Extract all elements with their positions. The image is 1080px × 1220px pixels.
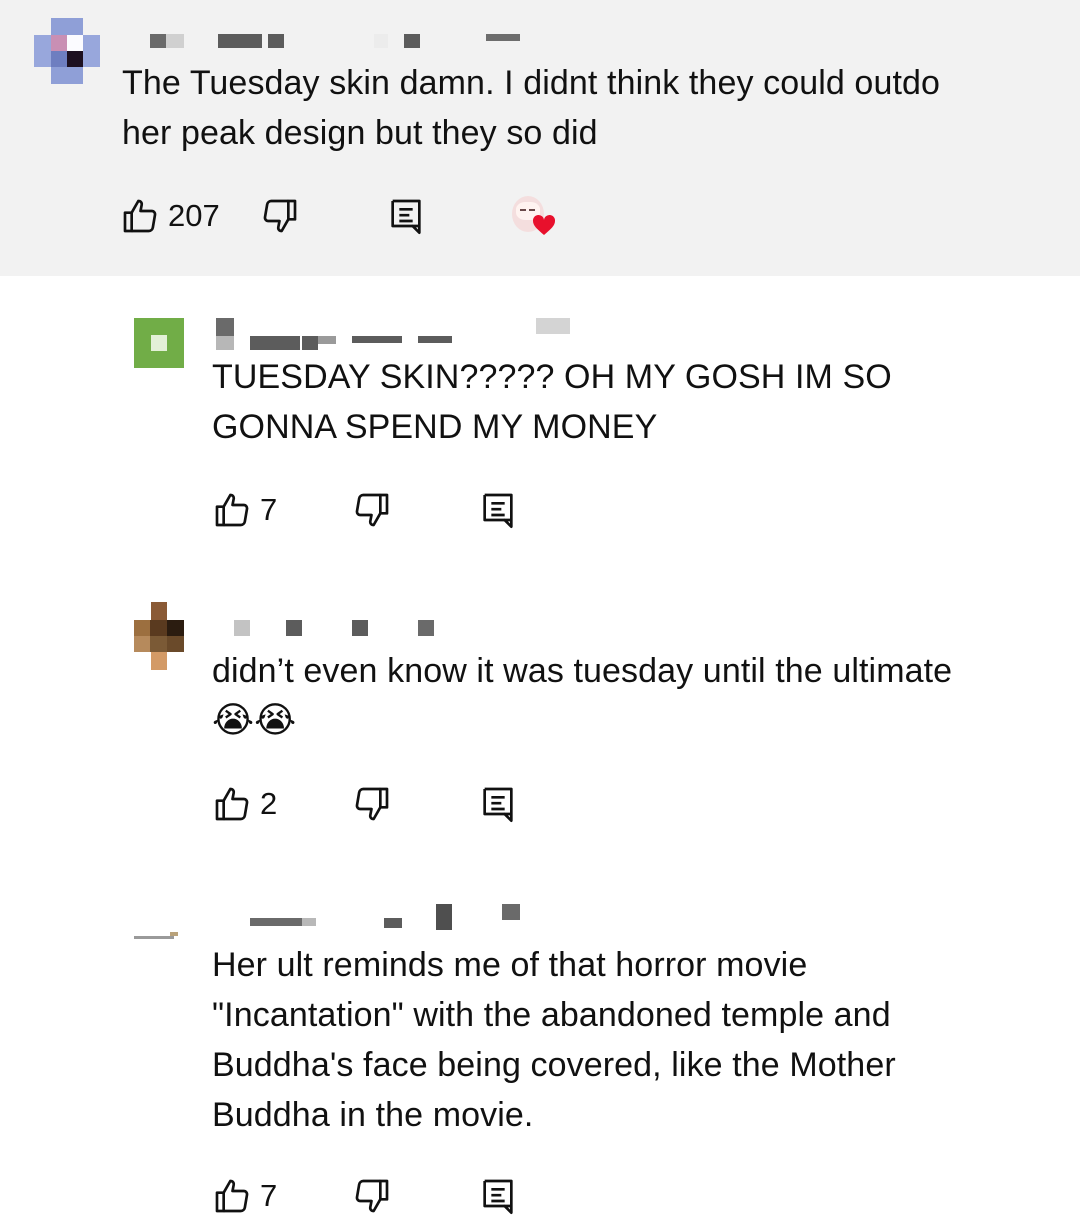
like-count: 7: [260, 492, 278, 527]
comment-text: The Tuesday skin damn. I didnt think the…: [122, 58, 940, 158]
username-redacted: [250, 904, 530, 930]
reply-icon: [386, 196, 426, 236]
reply-button[interactable]: [478, 784, 518, 824]
like-count: 2: [260, 786, 278, 821]
thumbs-up-icon: [212, 490, 252, 530]
thumbs-up-icon: [212, 1176, 252, 1216]
reply-icon: [478, 1176, 518, 1216]
thumbs-up-icon: [212, 784, 252, 824]
comment-actions: 7: [212, 490, 532, 534]
reply-button[interactable]: [478, 490, 518, 530]
comment-actions: 207: [120, 196, 570, 240]
avatar[interactable]: [134, 318, 184, 368]
comment-line: her peak design but they so did: [122, 114, 598, 152]
like-count: 7: [260, 1178, 278, 1213]
comment-line: The Tuesday skin damn. I didnt think the…: [122, 64, 941, 102]
comment-line: Her ult reminds me of that horror movie: [212, 946, 808, 984]
username-redacted: [234, 620, 444, 636]
comment-line: "Incantation" with the abandoned temple …: [212, 996, 891, 1034]
comment-line: Buddha in the movie.: [212, 1096, 534, 1134]
reply-icon: [478, 490, 518, 530]
avatar[interactable]: [134, 602, 184, 670]
comment-line: Buddha's face being covered, like the Mo…: [212, 1046, 896, 1084]
dislike-button[interactable]: [352, 1176, 392, 1216]
avatar[interactable]: [134, 930, 184, 944]
like-button[interactable]: 207: [120, 196, 220, 236]
thumbs-up-icon: [120, 196, 160, 236]
emoji-crying: 😭😭: [212, 700, 297, 741]
comment-line: TUESDAY SKIN????? OH MY GOSH IM SO: [212, 358, 892, 396]
reply-button[interactable]: [386, 196, 426, 236]
comment-actions: 2: [212, 784, 532, 828]
dislike-button[interactable]: [352, 490, 392, 530]
thumbs-down-icon: [352, 784, 392, 824]
like-button[interactable]: 7: [212, 490, 277, 530]
comment-text: didn’t even know it was tuesday until th…: [212, 646, 952, 746]
like-button[interactable]: 7: [212, 1176, 277, 1216]
username-redacted: [150, 34, 522, 48]
reply-button[interactable]: [478, 1176, 518, 1216]
thumbs-down-icon: [352, 1176, 392, 1216]
thumbs-down-icon: [260, 196, 300, 236]
avatar[interactable]: [34, 18, 100, 84]
comment-line: GONNA SPEND MY MONEY: [212, 408, 658, 446]
like-count: 207: [168, 198, 220, 233]
comment-line: didn’t even know it was tuesday until th…: [212, 652, 953, 690]
comment-text: Her ult reminds me of that horror movie …: [212, 940, 896, 1140]
like-button[interactable]: 2: [212, 784, 277, 824]
dislike-button[interactable]: [260, 196, 300, 236]
thumbs-down-icon: [352, 490, 392, 530]
creator-heart-icon: [510, 194, 558, 242]
comment-actions: 7: [212, 1176, 532, 1220]
username-redacted: [216, 318, 576, 350]
dislike-button[interactable]: [352, 784, 392, 824]
highlighted-comment: The Tuesday skin damn. I didnt think the…: [0, 0, 1080, 276]
reply-icon: [478, 784, 518, 824]
comment-text: TUESDAY SKIN????? OH MY GOSH IM SO GONNA…: [212, 352, 892, 452]
